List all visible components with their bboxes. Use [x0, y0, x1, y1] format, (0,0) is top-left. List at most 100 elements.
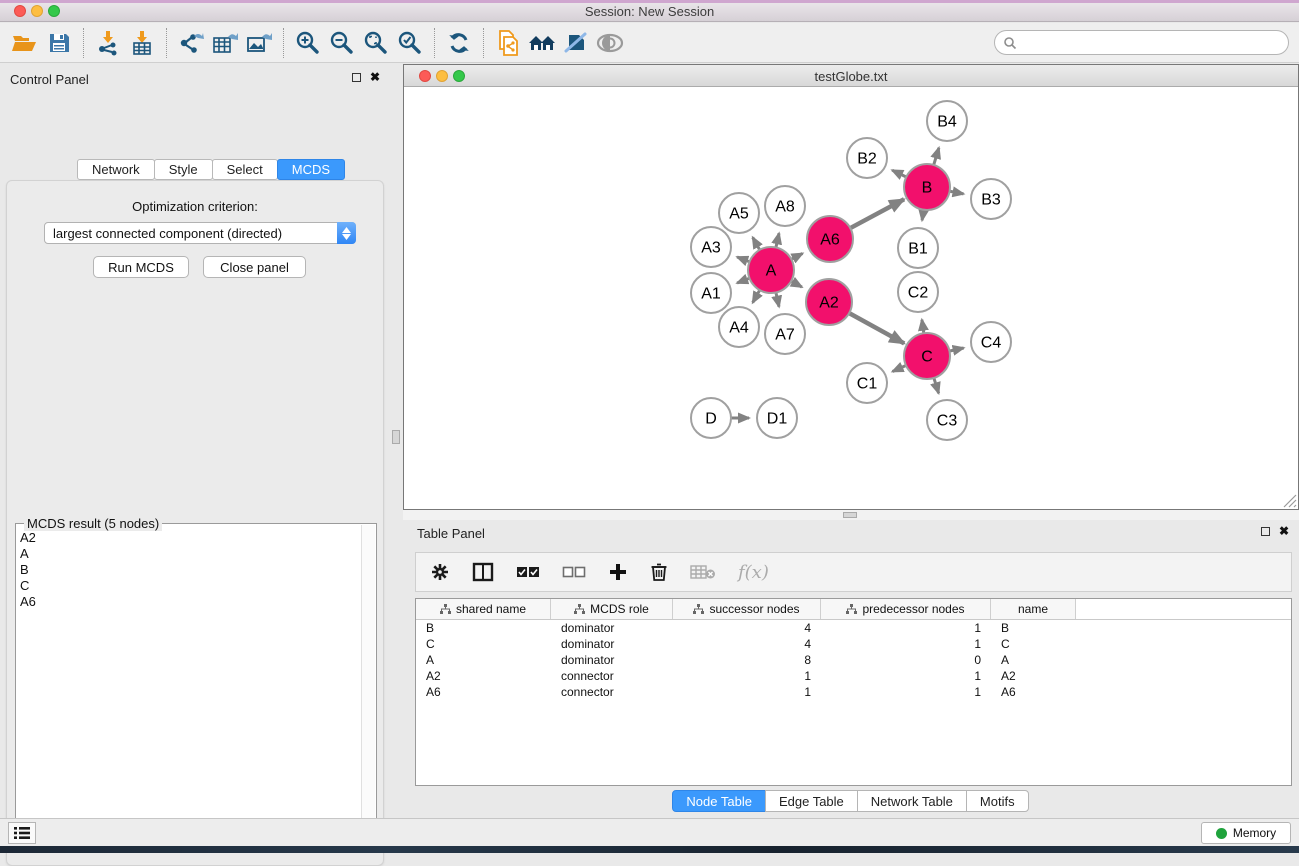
- memory-button[interactable]: Memory: [1201, 822, 1291, 844]
- network-window-titlebar[interactable]: testGlobe.txt: [404, 65, 1298, 87]
- close-panel-icon[interactable]: ✖: [370, 72, 380, 82]
- node-A3[interactable]: A3: [691, 227, 731, 267]
- save-session-icon[interactable]: [42, 27, 76, 59]
- node-C2[interactable]: C2: [898, 272, 938, 312]
- import-network-icon[interactable]: [91, 27, 125, 59]
- cell-successor-nodes[interactable]: 1: [673, 668, 821, 684]
- optimization-criterion-select[interactable]: largest connected component (directed): [44, 222, 356, 244]
- copy-style-icon[interactable]: [491, 27, 525, 59]
- close-table-panel-icon[interactable]: ✖: [1279, 526, 1289, 536]
- node-A6[interactable]: A6: [807, 216, 853, 262]
- import-table-icon[interactable]: [125, 27, 159, 59]
- float-table-panel-icon[interactable]: [1261, 527, 1270, 536]
- node-B3[interactable]: B3: [971, 179, 1011, 219]
- cell-shared-name[interactable]: B: [416, 620, 551, 636]
- cell-predecessor-nodes[interactable]: 1: [821, 684, 991, 700]
- mcds-result-item[interactable]: B: [20, 562, 358, 578]
- table-row[interactable]: A2connector11A2: [416, 668, 1291, 684]
- node-A8[interactable]: A8: [765, 186, 805, 226]
- vertical-splitter-handle[interactable]: [392, 430, 400, 444]
- tab-node-table[interactable]: Node Table: [672, 790, 766, 812]
- horizontal-splitter-handle[interactable]: [843, 512, 857, 518]
- column-header-name[interactable]: name: [991, 599, 1076, 619]
- network-canvas[interactable]: AA1A2A3A4A5A6A7A8BB1B2B3B4CC1C2C3C4DD1: [404, 87, 1298, 509]
- open-file-icon[interactable]: [8, 27, 42, 59]
- task-history-button[interactable]: [8, 822, 36, 844]
- delete-column-icon[interactable]: [650, 562, 668, 582]
- node-A1[interactable]: A1: [691, 273, 731, 313]
- node-B1[interactable]: B1: [898, 228, 938, 268]
- vertical-splitter[interactable]: [390, 63, 403, 818]
- export-table-icon[interactable]: [208, 27, 242, 59]
- export-network-icon[interactable]: [174, 27, 208, 59]
- cell-successor-nodes[interactable]: 4: [673, 620, 821, 636]
- float-panel-icon[interactable]: [352, 73, 361, 82]
- cell-mcds-role[interactable]: dominator: [551, 620, 673, 636]
- run-mcds-button[interactable]: Run MCDS: [93, 256, 189, 278]
- cell-shared-name[interactable]: A: [416, 652, 551, 668]
- mcds-result-item[interactable]: A2: [20, 530, 358, 546]
- edge-A6-B[interactable]: [849, 199, 905, 229]
- show-graphics-details-icon[interactable]: [593, 27, 627, 59]
- tab-motifs[interactable]: Motifs: [966, 790, 1029, 812]
- select-all-icon[interactable]: [516, 566, 540, 578]
- cell-mcds-role[interactable]: dominator: [551, 636, 673, 652]
- table-row[interactable]: Adominator80A: [416, 652, 1291, 668]
- resize-grip[interactable]: [1283, 494, 1297, 508]
- tab-select[interactable]: Select: [212, 159, 278, 180]
- table-row[interactable]: Bdominator41B: [416, 620, 1291, 636]
- add-column-icon[interactable]: [608, 562, 628, 582]
- column-layout-icon[interactable]: [472, 562, 494, 582]
- cell-name[interactable]: A: [991, 652, 1076, 668]
- zoom-selected-icon[interactable]: [393, 27, 427, 59]
- cell-name[interactable]: A2: [991, 668, 1076, 684]
- cell-successor-nodes[interactable]: 8: [673, 652, 821, 668]
- zoom-out-icon[interactable]: [325, 27, 359, 59]
- table-row[interactable]: Cdominator41C: [416, 636, 1291, 652]
- node-C1[interactable]: C1: [847, 363, 887, 403]
- mcds-list-scrollbar[interactable]: [361, 525, 375, 851]
- mcds-result-item[interactable]: A: [20, 546, 358, 562]
- cell-name[interactable]: B: [991, 620, 1076, 636]
- node-A2[interactable]: A2: [806, 279, 852, 325]
- cell-successor-nodes[interactable]: 4: [673, 636, 821, 652]
- home-icon[interactable]: [525, 27, 559, 59]
- mcds-result-item[interactable]: A6: [20, 594, 358, 610]
- zoom-in-icon[interactable]: [291, 27, 325, 59]
- mcds-result-item[interactable]: C: [20, 578, 358, 594]
- node-A[interactable]: A: [748, 247, 794, 293]
- horizontal-splitter[interactable]: [403, 510, 1299, 520]
- cell-shared-name[interactable]: A2: [416, 668, 551, 684]
- node-C[interactable]: C: [904, 333, 950, 379]
- search-input[interactable]: [1017, 36, 1288, 50]
- column-header-mcds-role[interactable]: MCDS role: [551, 599, 673, 619]
- cell-predecessor-nodes[interactable]: 1: [821, 636, 991, 652]
- cell-predecessor-nodes[interactable]: 1: [821, 668, 991, 684]
- table-options-icon[interactable]: [430, 562, 450, 582]
- search-field[interactable]: [994, 30, 1289, 55]
- table-row[interactable]: A6connector11A6: [416, 684, 1291, 700]
- column-header-shared-name[interactable]: shared name: [416, 599, 551, 619]
- cell-mcds-role[interactable]: dominator: [551, 652, 673, 668]
- tab-network-table[interactable]: Network Table: [857, 790, 967, 812]
- zoom-fit-icon[interactable]: [359, 27, 393, 59]
- node-C3[interactable]: C3: [927, 400, 967, 440]
- cell-shared-name[interactable]: C: [416, 636, 551, 652]
- tab-network[interactable]: Network: [77, 159, 155, 180]
- cell-name[interactable]: A6: [991, 684, 1076, 700]
- refresh-icon[interactable]: [442, 27, 476, 59]
- cell-successor-nodes[interactable]: 1: [673, 684, 821, 700]
- tab-style[interactable]: Style: [154, 159, 213, 180]
- node-B4[interactable]: B4: [927, 101, 967, 141]
- close-panel-button[interactable]: Close panel: [203, 256, 306, 278]
- tab-mcds[interactable]: MCDS: [277, 159, 345, 180]
- node-D[interactable]: D: [691, 398, 731, 438]
- cell-predecessor-nodes[interactable]: 1: [821, 620, 991, 636]
- deselect-all-icon[interactable]: [562, 566, 586, 578]
- node-A4[interactable]: A4: [719, 307, 759, 347]
- cell-predecessor-nodes[interactable]: 0: [821, 652, 991, 668]
- cell-shared-name[interactable]: A6: [416, 684, 551, 700]
- delete-table-icon[interactable]: [690, 564, 716, 580]
- node-A7[interactable]: A7: [765, 314, 805, 354]
- cell-mcds-role[interactable]: connector: [551, 668, 673, 684]
